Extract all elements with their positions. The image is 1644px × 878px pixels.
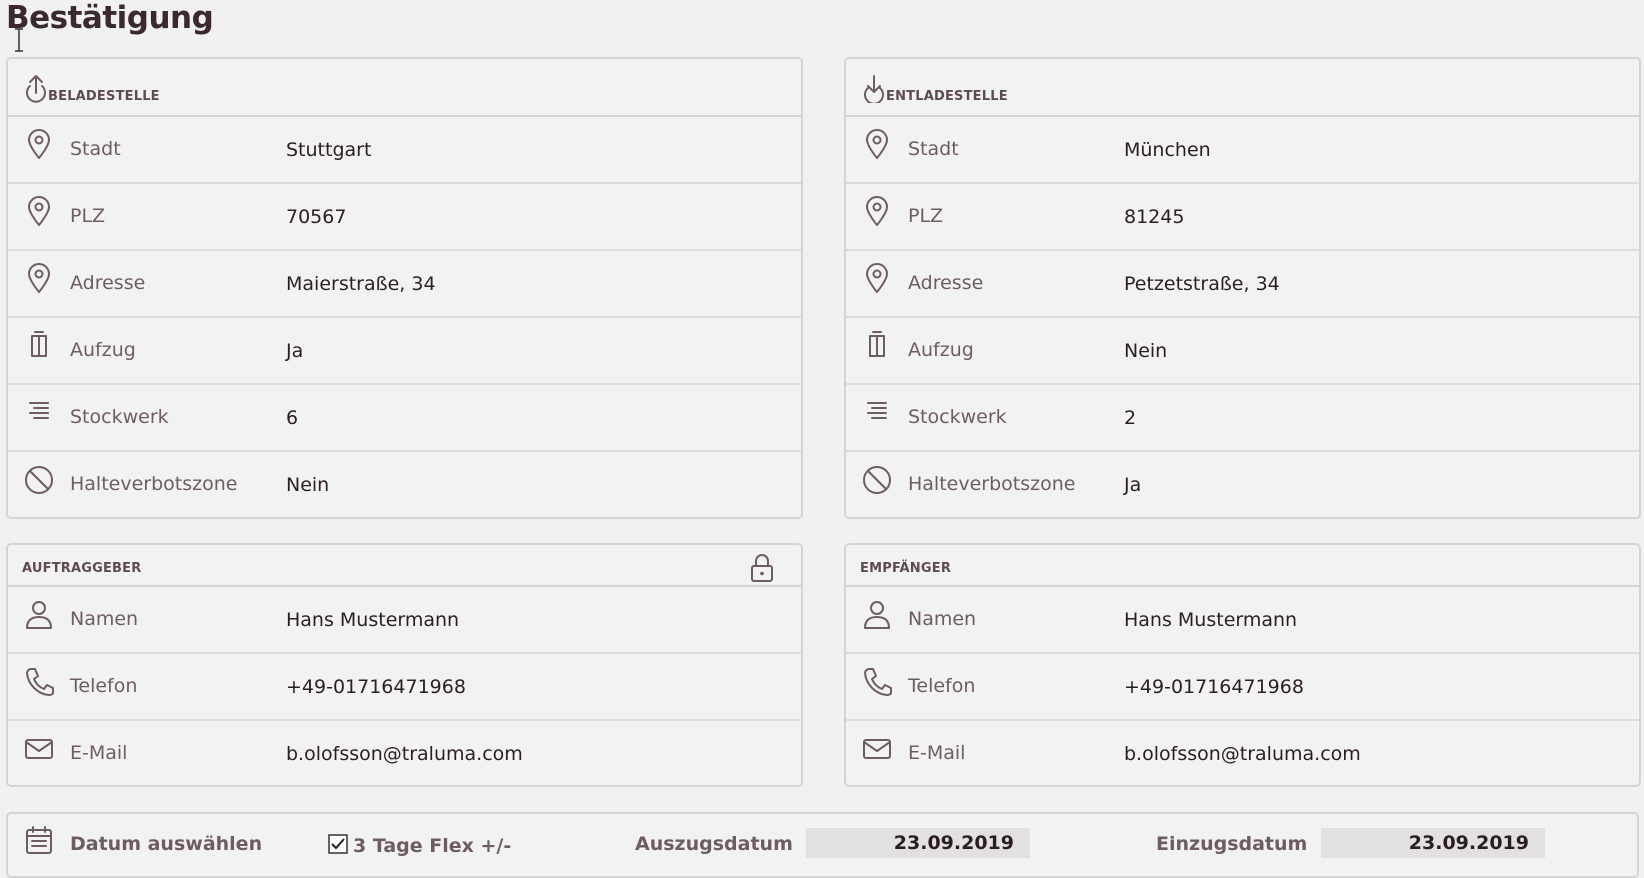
row-label: Adresse [908,272,984,294]
loading-row-elevator: Aufzug Ja [8,318,801,385]
row-label: Namen [908,608,977,630]
row-label: E-Mail [908,742,966,764]
unloading-panel-title: ENTLADESTELLE [886,89,1008,104]
row-value: Nein [286,474,330,496]
row-value: Hans Mustermann [1124,609,1298,631]
row-value: München [1124,139,1211,161]
row-label: Stockwerk [70,406,169,428]
row-value: Stuttgart [286,139,372,161]
text-cursor-icon [15,28,23,52]
map-pin-icon [866,196,888,226]
recipient-panel-title: EMPFÄNGER [860,561,952,576]
phone-icon [26,668,54,696]
flex-label[interactable]: 3 Tage Flex +/- [353,835,511,857]
client-row-phone: Telefon +49-01716471968 [8,654,801,721]
movein-date-field[interactable]: 23.09.2019 [1321,828,1545,858]
loading-panel-header: BELADESTELLE [8,59,801,117]
map-pin-icon [28,129,50,159]
row-value: Maierstraße, 34 [286,273,436,295]
client-panel-title: AUFTRAGGEBER [22,561,142,576]
row-value: Hans Mustermann [286,609,460,631]
prohibited-icon [25,466,53,494]
unloading-row-address: Adresse Petzetstraße, 34 [846,251,1639,318]
page-title: Bestätigung [6,0,214,36]
client-row-email: E-Mail b.olofsson@traluma.com [8,721,801,788]
row-label: Halteverbotszone [70,473,238,495]
row-label: Aufzug [908,339,974,361]
loading-row-city: Stadt Stuttgart [8,117,801,184]
map-pin-icon [28,196,50,226]
row-value: 81245 [1124,206,1185,228]
row-value: 6 [286,407,299,429]
row-label: Telefon [70,675,138,697]
row-label: Stadt [70,138,121,160]
recipient-panel: EMPFÄNGER Namen Hans Mustermann Telefon … [844,543,1641,787]
client-row-name: Namen Hans Mustermann [8,587,801,654]
row-label: Halteverbotszone [908,473,1076,495]
download-arrow-icon [864,75,884,103]
recipient-row-phone: Telefon +49-01716471968 [846,654,1639,721]
row-value: Ja [286,340,304,362]
map-pin-icon [866,129,888,159]
unloading-row-zip: PLZ 81245 [846,184,1639,251]
row-value: b.olofsson@traluma.com [286,743,523,765]
row-value: 2 [1124,407,1137,429]
loading-panel-title: BELADESTELLE [48,89,160,104]
person-icon [864,601,890,629]
row-label: Stadt [908,138,959,160]
upload-arrow-icon [26,75,46,103]
row-value: Petzetstraße, 34 [1124,273,1280,295]
row-value: Ja [1124,474,1142,496]
envelope-icon [25,739,53,759]
recipient-row-name: Namen Hans Mustermann [846,587,1639,654]
loading-panel: BELADESTELLE Stadt Stuttgart PLZ 70567 A… [6,57,803,519]
unloading-row-no-parking: Halteverbotszone Ja [846,452,1639,519]
row-value: +49-01716471968 [286,676,466,698]
client-panel: AUFTRAGGEBER Namen Hans Mustermann Telef… [6,543,803,787]
phone-icon [864,668,892,696]
row-label: Aufzug [70,339,136,361]
recipient-row-email: E-Mail b.olofsson@traluma.com [846,721,1639,788]
map-pin-icon [28,263,50,293]
loading-row-zip: PLZ 70567 [8,184,801,251]
map-pin-icon [866,263,888,293]
envelope-icon [863,739,891,759]
row-label: Stockwerk [908,406,1007,428]
loading-row-floor: Stockwerk 6 [8,385,801,452]
list-lines-icon [29,402,49,419]
row-label: PLZ [908,205,944,227]
list-lines-icon [867,402,887,419]
lock-icon[interactable] [749,553,775,583]
unloading-panel-header: ENTLADESTELLE [846,59,1639,117]
row-label: Telefon [908,675,976,697]
loading-row-no-parking: Halteverbotszone Nein [8,452,801,519]
loading-row-address: Adresse Maierstraße, 34 [8,251,801,318]
prohibited-icon [863,466,891,494]
calendar-icon [26,826,52,854]
recipient-panel-header: EMPFÄNGER [846,545,1639,587]
row-value: b.olofsson@traluma.com [1124,743,1361,765]
row-label: E-Mail [70,742,128,764]
unloading-row-floor: Stockwerk 2 [846,385,1639,452]
row-label: Namen [70,608,139,630]
row-value: +49-01716471968 [1124,676,1304,698]
row-label: Adresse [70,272,146,294]
unloading-panel: ENTLADESTELLE Stadt München PLZ 81245 Ad… [844,57,1641,519]
movein-label: Einzugsdatum [1156,833,1308,855]
row-label: PLZ [70,205,106,227]
client-panel-header: AUFTRAGGEBER [8,545,801,587]
elevator-icon [31,331,47,357]
flex-checkbox[interactable] [328,834,348,854]
moveout-label: Auszugsdatum [635,833,793,855]
row-value: Nein [1124,340,1168,362]
elevator-icon [869,331,885,357]
moveout-date-field[interactable]: 23.09.2019 [806,828,1030,858]
date-panel: Datum auswählen 3 Tage Flex +/- Auszugsd… [6,812,1639,878]
unloading-row-elevator: Aufzug Nein [846,318,1639,385]
person-icon [26,601,52,629]
date-select-label: Datum auswählen [70,833,263,855]
unloading-row-city: Stadt München [846,117,1639,184]
row-value: 70567 [286,206,347,228]
